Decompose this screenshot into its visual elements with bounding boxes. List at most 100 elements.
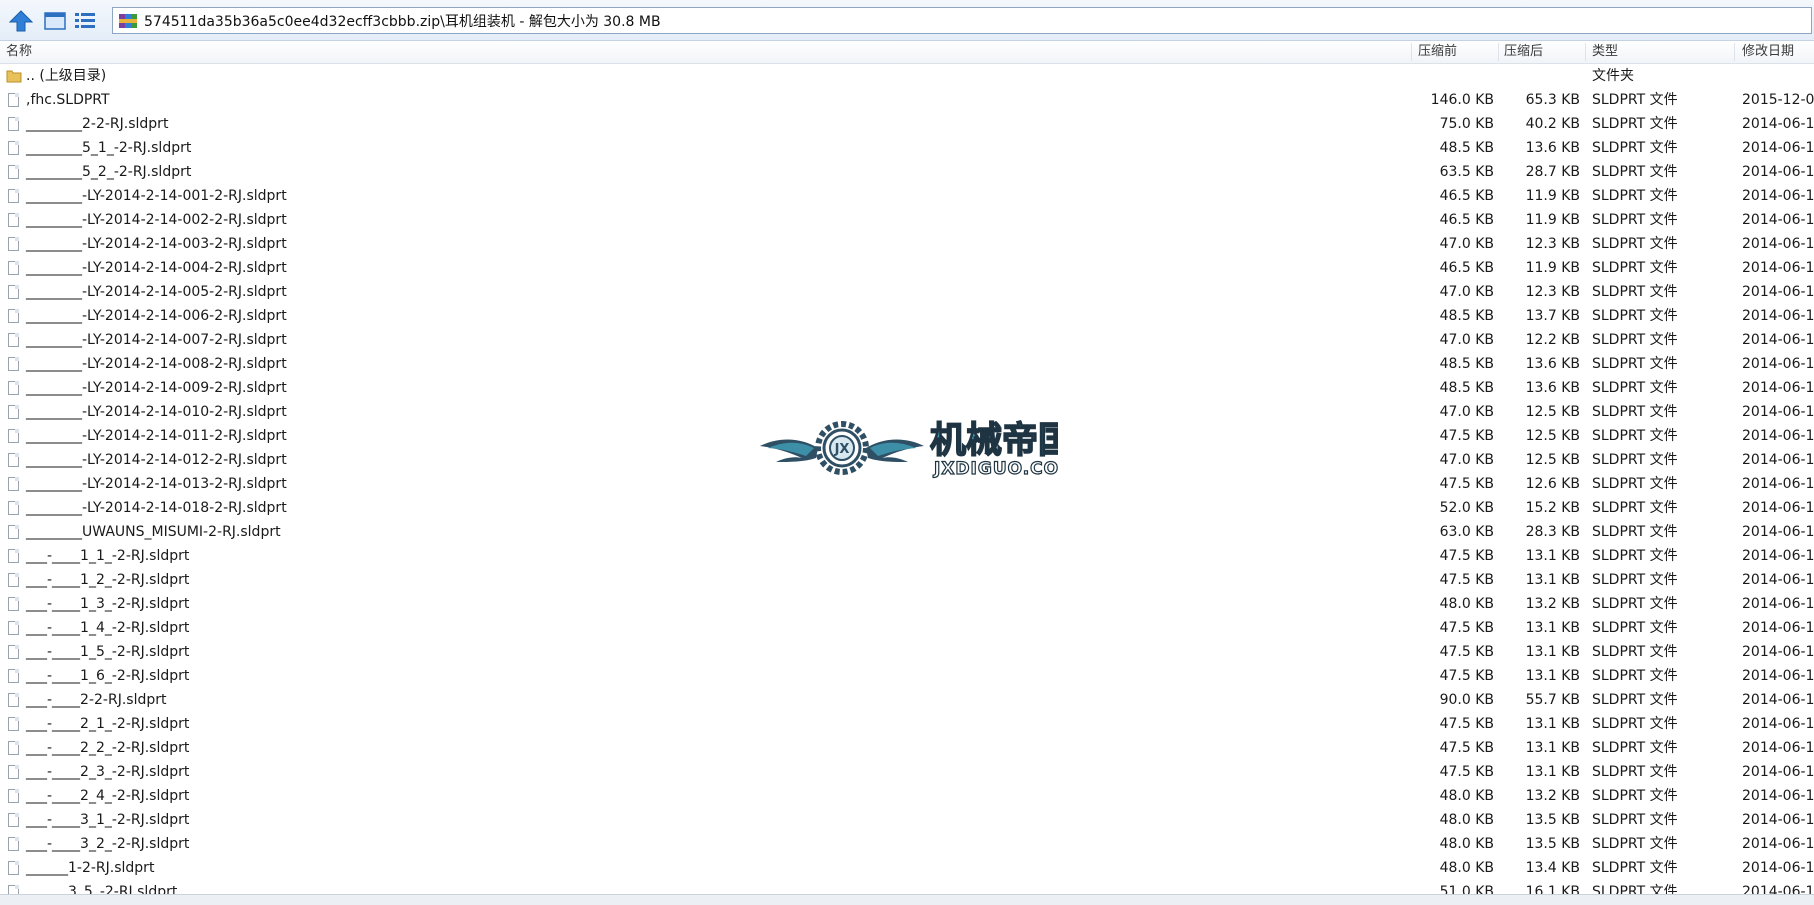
file-row[interactable]: ___-____2-2-RJ.sldprt 90.0 KB 55.7 KB SLDPR…: [0, 688, 1814, 712]
file-size-packed: 48.0 KB: [1439, 596, 1494, 612]
file-row[interactable]: ________-LY-2014-2-14-002-2-RJ.sldprt 46.…: [0, 208, 1814, 232]
file-size-packed: 47.5 KB: [1439, 572, 1494, 588]
file-row[interactable]: ___-____2_4_-2-RJ.sldprt 48.0 KB 13.2 KB SL…: [0, 784, 1814, 808]
file-size-packed: 47.0 KB: [1439, 236, 1494, 252]
file-row[interactable]: ,fhc.SLDPRT 146.0 KB 65.3 KB SLDPRT 文件 2015-…: [0, 88, 1814, 112]
file-icon: [6, 740, 22, 756]
file-icon: [6, 836, 22, 852]
file-row[interactable]: ________2-2-RJ.sldprt 75.0 KB 40.2 KB SLDPR…: [0, 112, 1814, 136]
file-icon: [6, 716, 22, 732]
file-modified-date: 2014-06-16: [1742, 860, 1814, 876]
file-modified-date: 2014-06-16: [1742, 620, 1814, 636]
column-header-compressed[interactable]: 压缩后: [1504, 41, 1543, 63]
file-modified-date: 2014-06-16: [1742, 692, 1814, 708]
file-size-packed: 48.5 KB: [1439, 380, 1494, 396]
file-row[interactable]: ________-LY-2014-2-14-005-2-RJ.sldprt 47.…: [0, 280, 1814, 304]
file-modified-date: 2014-06-16: [1742, 572, 1814, 588]
file-icon: [6, 668, 22, 684]
up-folder-button[interactable]: [8, 8, 34, 34]
file-row[interactable]: ________-LY-2014-2-14-008-2-RJ.sldprt 48.…: [0, 352, 1814, 376]
file-type: SLDPRT 文件: [1592, 836, 1678, 852]
file-row[interactable]: ___-____3_1_-2-RJ.sldprt 48.0 KB 13.5 KB SL…: [0, 808, 1814, 832]
file-name: ________-LY-2014-2-14-004-2-RJ.sldprt: [26, 260, 287, 276]
file-row[interactable]: ___-____2_2_-2-RJ.sldprt 47.5 KB 13.1 KB SL…: [0, 736, 1814, 760]
file-size-packed: 47.0 KB: [1439, 404, 1494, 420]
file-modified-date: 2015-12-09: [1742, 92, 1814, 108]
file-row[interactable]: ________-LY-2014-2-14-009-2-RJ.sldprt 48.…: [0, 376, 1814, 400]
file-type: SLDPRT 文件: [1592, 692, 1678, 708]
file-row[interactable]: ________-LY-2014-2-14-004-2-RJ.sldprt 46.…: [0, 256, 1814, 280]
file-size-compressed: 12.6 KB: [1525, 476, 1580, 492]
file-name: ________-LY-2014-2-14-013-2-RJ.sldprt: [26, 476, 287, 492]
file-name: ___-____2_2_-2-RJ.sldprt: [26, 740, 190, 756]
column-header-type[interactable]: 类型: [1592, 41, 1618, 63]
file-row[interactable]: ______1-2-RJ.sldprt 48.0 KB 13.4 KB SLDPRT …: [0, 856, 1814, 880]
file-row[interactable]: ________5_1_-2-RJ.sldprt 48.5 KB 13.6 KB SL…: [0, 136, 1814, 160]
file-row[interactable]: ___-____1_3_-2-RJ.sldprt 48.0 KB 13.2 KB SL…: [0, 592, 1814, 616]
file-name: .. (上级目录): [26, 68, 107, 84]
file-size-compressed: 13.1 KB: [1525, 764, 1580, 780]
parent-directory-row[interactable]: .. (上级目录) 文件夹: [0, 64, 1814, 88]
file-type: SLDPRT 文件: [1592, 380, 1678, 396]
file-size-packed: 90.0 KB: [1439, 692, 1494, 708]
file-modified-date: 2014-06-16: [1742, 260, 1814, 276]
file-type: SLDPRT 文件: [1592, 476, 1678, 492]
file-name: ___-____2_1_-2-RJ.sldprt: [26, 716, 190, 732]
file-row[interactable]: ___-____1_4_-2-RJ.sldprt 47.5 KB 13.1 KB SL…: [0, 616, 1814, 640]
column-header-name[interactable]: 名称: [6, 41, 32, 63]
file-type: SLDPRT 文件: [1592, 212, 1678, 228]
file-row[interactable]: ________5_2_-2-RJ.sldprt 63.5 KB 28.7 KB SL…: [0, 160, 1814, 184]
file-row[interactable]: ___-____1_6_-2-RJ.sldprt 47.5 KB 13.1 KB SL…: [0, 664, 1814, 688]
file-type: SLDPRT 文件: [1592, 596, 1678, 612]
view-details-button[interactable]: [72, 8, 98, 34]
watermark-subtitle: JXDIGUO.COM: [933, 459, 1058, 479]
address-bar[interactable]: 574511da35b36a5c0ee4d32ecff3cbbb.zip\耳机组…: [112, 7, 1812, 34]
window-view-icon: [44, 12, 66, 30]
file-size-packed: 47.5 KB: [1439, 740, 1494, 756]
file-row[interactable]: ________-LY-2014-2-14-006-2-RJ.sldprt 48.…: [0, 304, 1814, 328]
file-type: SLDPRT 文件: [1592, 428, 1678, 444]
file-icon: [6, 164, 22, 180]
file-row[interactable]: ________-LY-2014-2-14-001-2-RJ.sldprt 46.…: [0, 184, 1814, 208]
file-name: ________-LY-2014-2-14-012-2-RJ.sldprt: [26, 452, 287, 468]
file-size-compressed: 13.5 KB: [1525, 836, 1580, 852]
file-row[interactable]: ________UWAUNS_MISUMI-2-RJ.sldprt 63.0 KB…: [0, 520, 1814, 544]
file-row[interactable]: ___-____3_2_-2-RJ.sldprt 48.0 KB 13.5 KB SL…: [0, 832, 1814, 856]
file-size-compressed: 55.7 KB: [1525, 692, 1580, 708]
file-icon: [6, 860, 22, 876]
file-icon: [6, 476, 22, 492]
status-bar: [0, 894, 1814, 905]
file-name: ________5_1_-2-RJ.sldprt: [26, 140, 192, 156]
file-row[interactable]: ___-____2_3_-2-RJ.sldprt 47.5 KB 13.1 KB SL…: [0, 760, 1814, 784]
file-size-packed: 51.0 KB: [1439, 884, 1494, 894]
file-size-compressed: 40.2 KB: [1525, 116, 1580, 132]
file-row[interactable]: ________-LY-2014-2-14-018-2-RJ.sldprt 52.…: [0, 496, 1814, 520]
file-row[interactable]: ________-LY-2014-2-14-003-2-RJ.sldprt 47.…: [0, 232, 1814, 256]
file-size-packed: 47.5 KB: [1439, 716, 1494, 732]
file-type: SLDPRT 文件: [1592, 716, 1678, 732]
file-type: SLDPRT 文件: [1592, 332, 1678, 348]
file-modified-date: 2014-06-16: [1742, 308, 1814, 324]
file-name: ________-LY-2014-2-14-018-2-RJ.sldprt: [26, 500, 287, 516]
file-name: ________-LY-2014-2-14-003-2-RJ.sldprt: [26, 236, 287, 252]
file-modified-date: 2014-06-16: [1742, 236, 1814, 252]
file-row[interactable]: ___-____1_5_-2-RJ.sldprt 47.5 KB 13.1 KB SL…: [0, 640, 1814, 664]
file-row[interactable]: ________-LY-2014-2-14-007-2-RJ.sldprt 47.…: [0, 328, 1814, 352]
file-name: ________-LY-2014-2-14-006-2-RJ.sldprt: [26, 308, 287, 324]
file-size-compressed: 11.9 KB: [1525, 212, 1580, 228]
column-header-packed[interactable]: 压缩前: [1418, 41, 1457, 63]
file-icon: [6, 188, 22, 204]
file-row[interactable]: ______3_5_-2-RJ.sldprt 51.0 KB 16.1 KB SLDP…: [0, 880, 1814, 894]
file-row[interactable]: ___-____2_1_-2-RJ.sldprt 47.5 KB 13.1 KB SL…: [0, 712, 1814, 736]
file-size-packed: 46.5 KB: [1439, 260, 1494, 276]
file-size-compressed: 12.3 KB: [1525, 284, 1580, 300]
column-header-modified[interactable]: 修改日期: [1742, 41, 1794, 63]
file-type: SLDPRT 文件: [1592, 644, 1678, 660]
file-size-compressed: 13.2 KB: [1525, 596, 1580, 612]
file-row[interactable]: ___-____1_2_-2-RJ.sldprt 47.5 KB 13.1 KB SL…: [0, 568, 1814, 592]
file-row[interactable]: ___-____1_1_-2-RJ.sldprt 47.5 KB 13.1 KB SL…: [0, 544, 1814, 568]
file-modified-date: 2014-06-16: [1742, 188, 1814, 204]
view-thumbnail-button[interactable]: [42, 8, 68, 34]
file-name: ___-____1_5_-2-RJ.sldprt: [26, 644, 190, 660]
file-modified-date: 2014-06-16: [1742, 500, 1814, 516]
